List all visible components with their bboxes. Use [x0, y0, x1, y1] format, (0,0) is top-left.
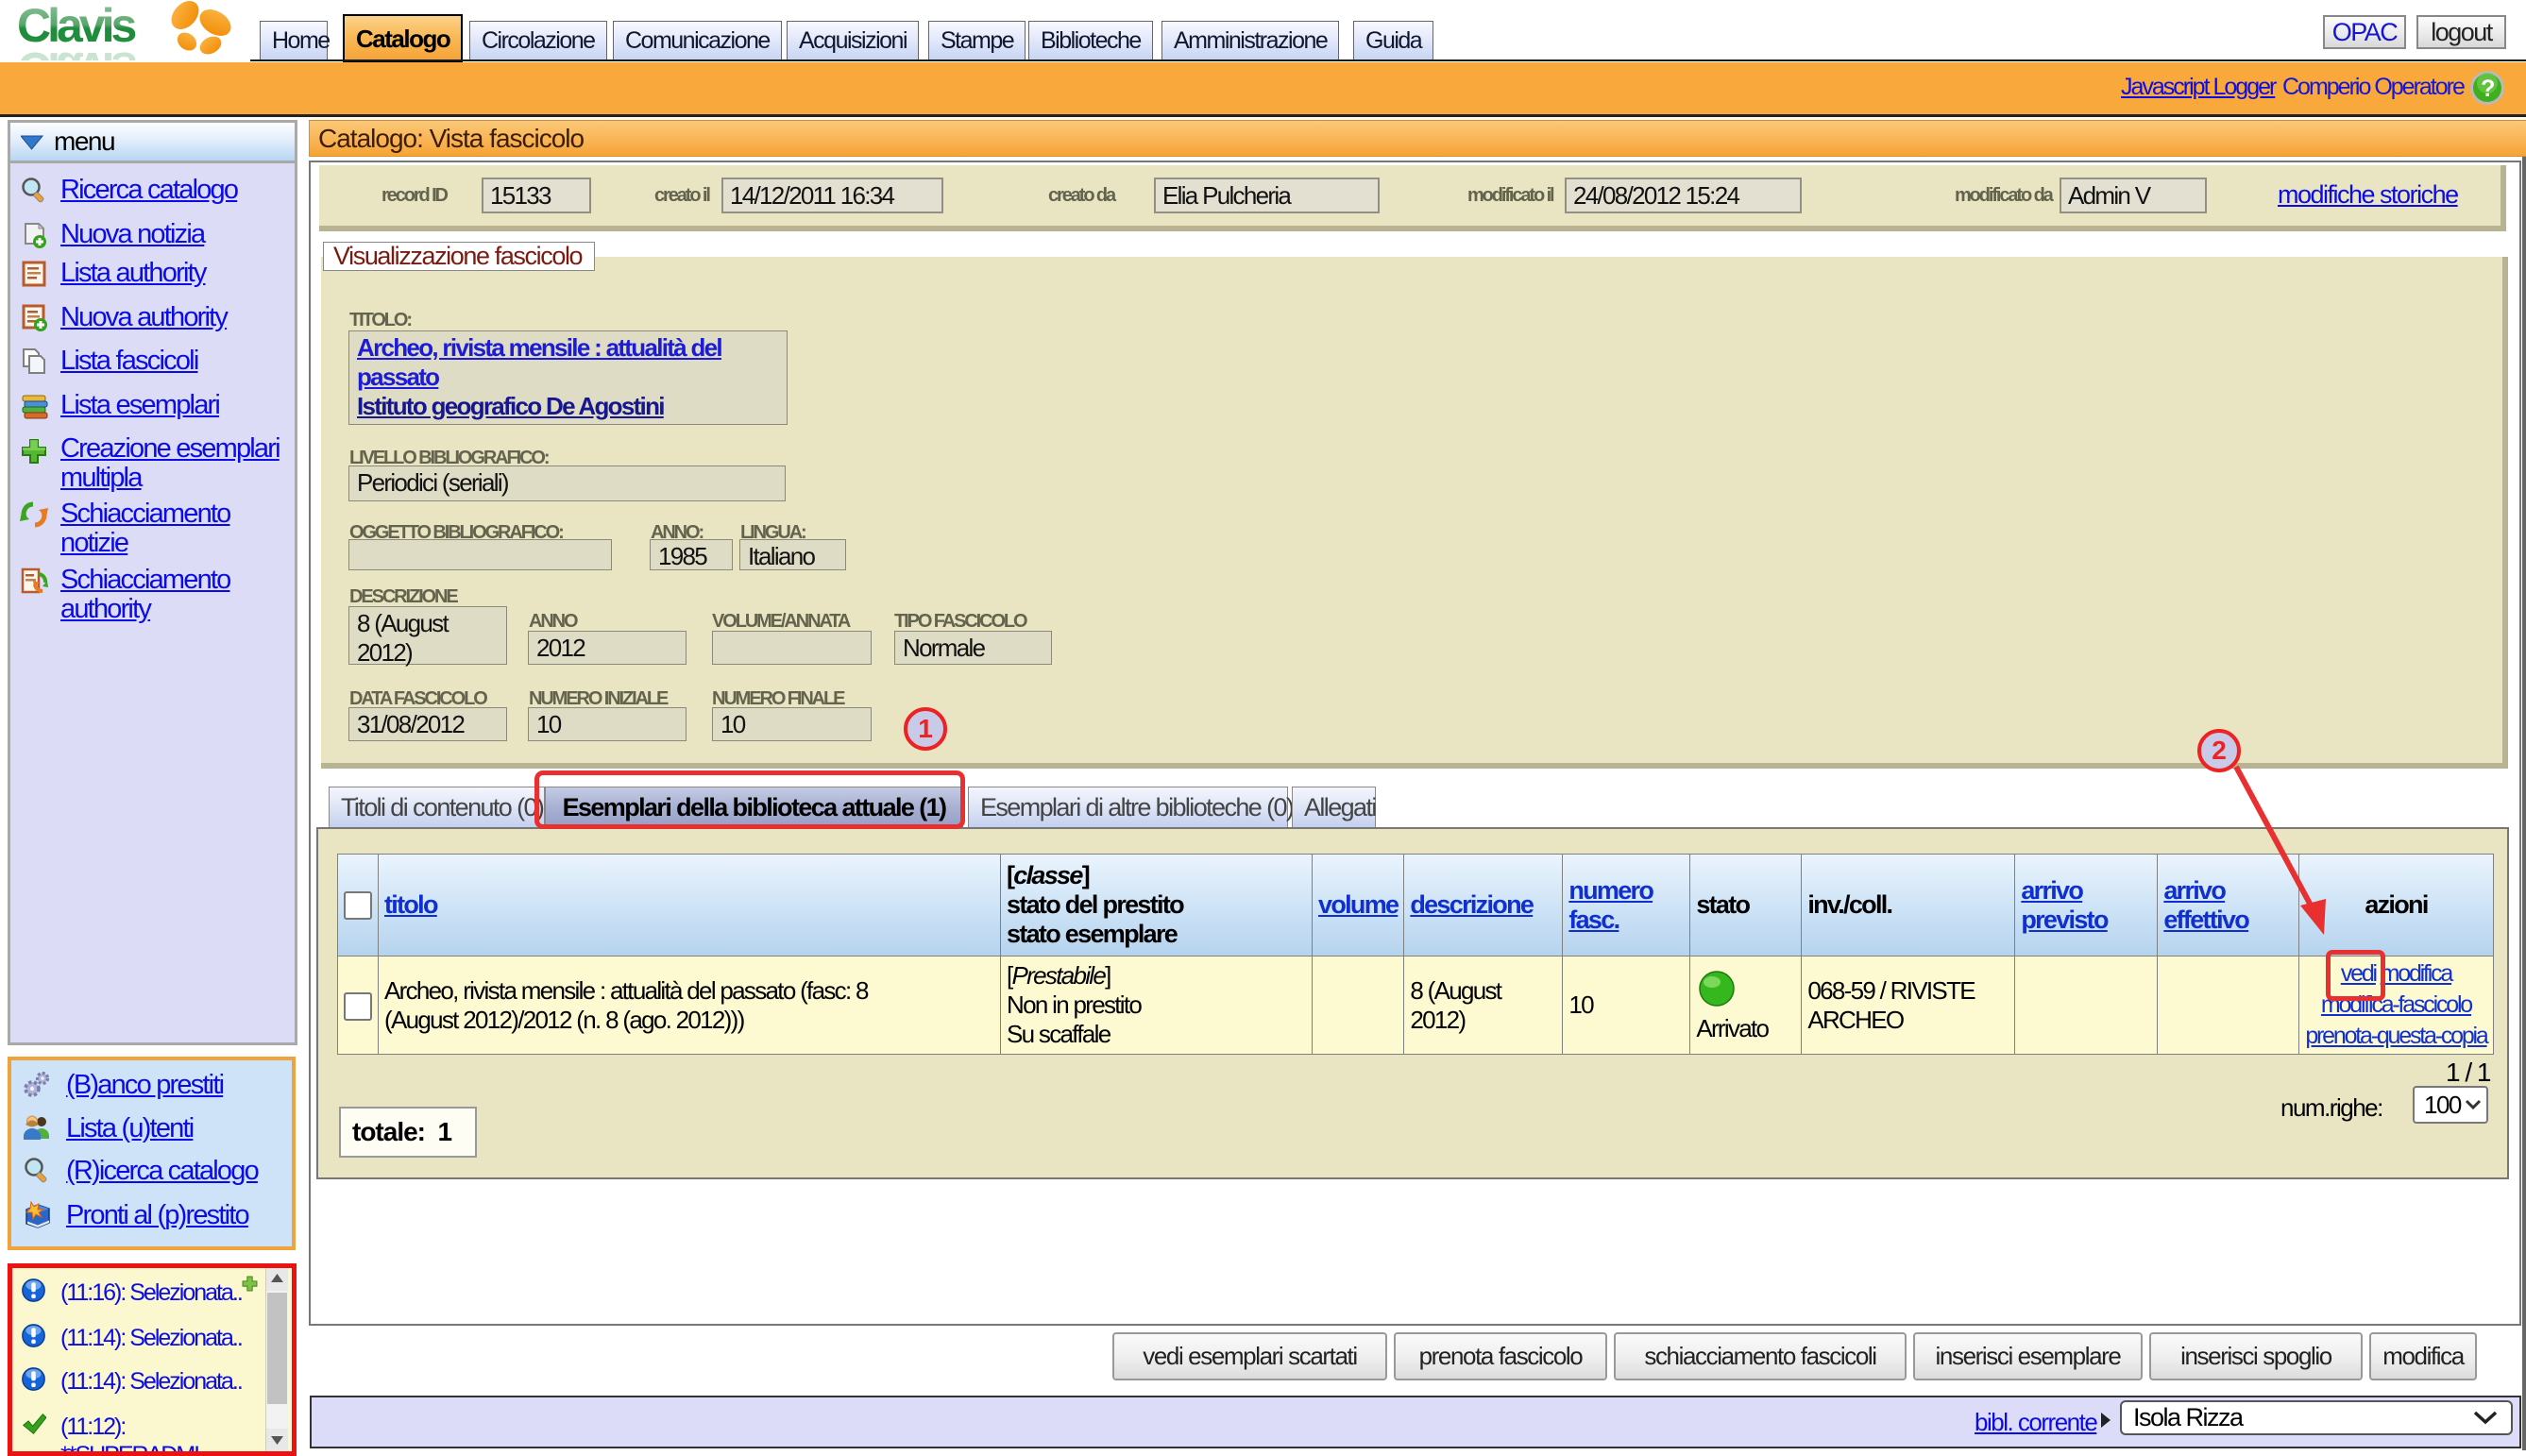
svg-text:?: ?	[2481, 76, 2494, 102]
svg-text:Clavis: Clavis	[17, 42, 136, 60]
